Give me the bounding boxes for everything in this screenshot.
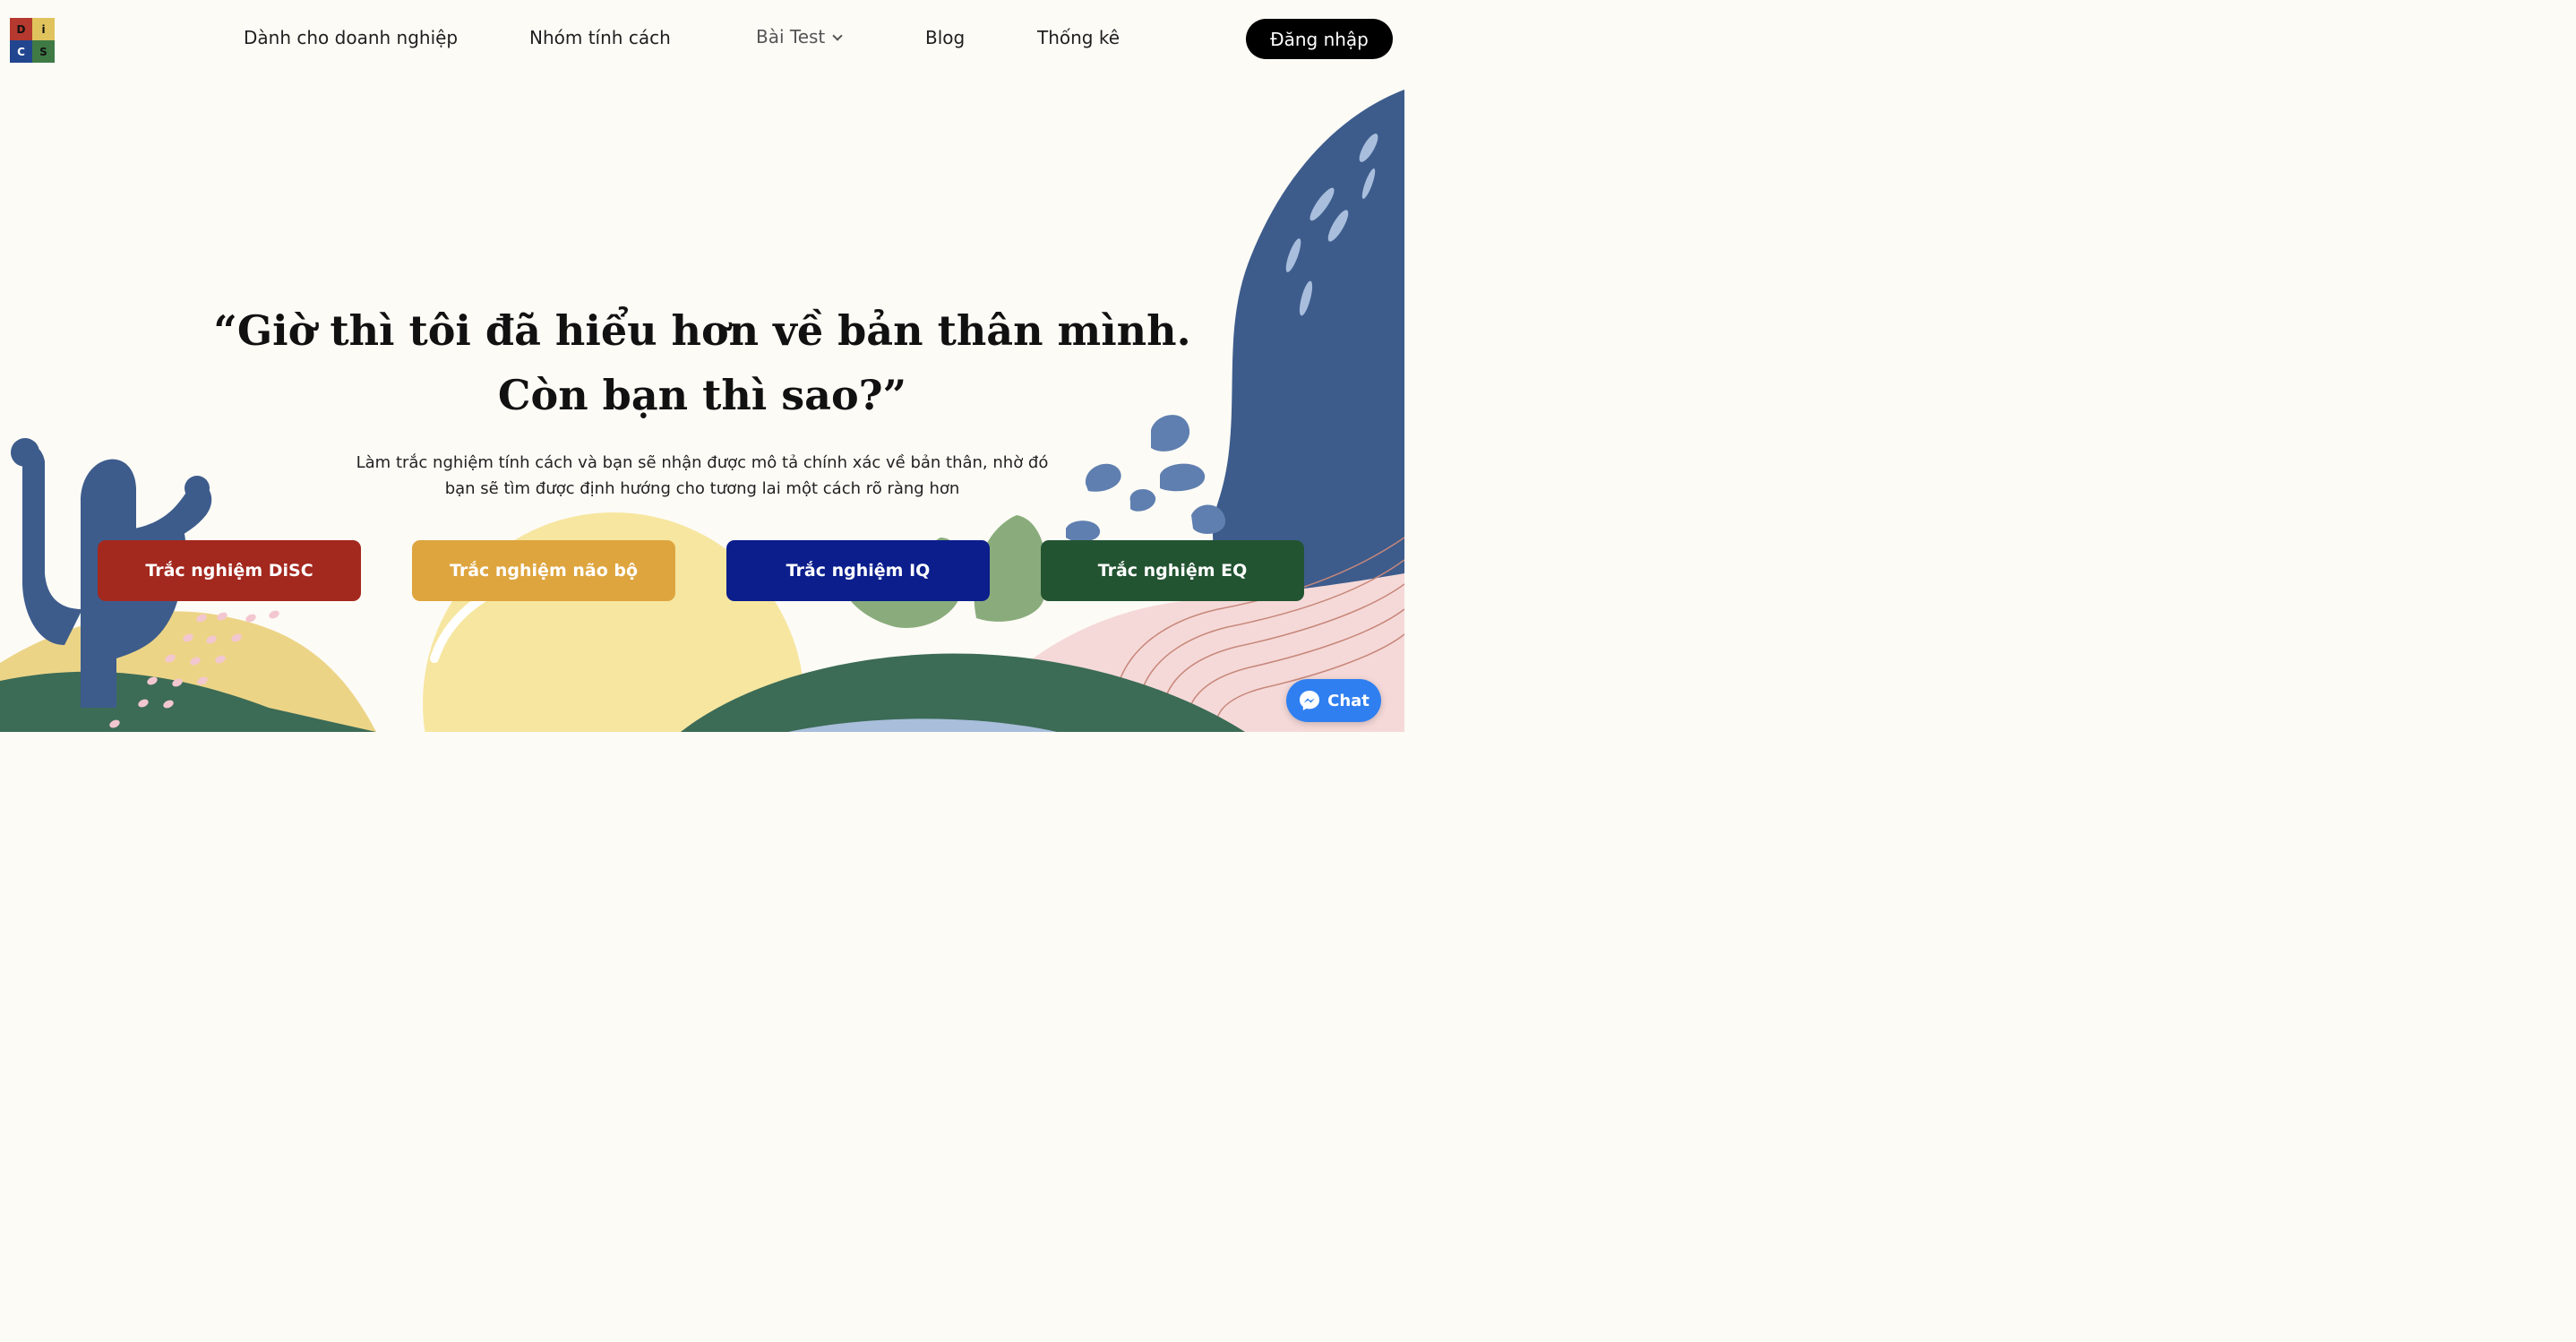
- hero-subtitle-line1: Làm trắc nghiệm tính cách và bạn sẽ nhận…: [356, 453, 1049, 472]
- eq-test-button[interactable]: Trắc nghiệm EQ: [1041, 540, 1304, 601]
- brain-test-button[interactable]: Trắc nghiệm não bộ: [412, 540, 675, 601]
- hero-headline-line2: Còn bạn thì sao?”: [497, 371, 907, 419]
- svg-text:C: C: [17, 46, 25, 58]
- svg-text:i: i: [41, 23, 45, 36]
- chevron-down-icon: [832, 30, 843, 41]
- nav-dropdown-tests-label: Bài Test: [756, 26, 826, 47]
- nav-link-blog[interactable]: Blog: [925, 27, 965, 48]
- hero-subtitle-line2: bạn sẽ tìm được định hướng cho tương lai…: [444, 479, 960, 498]
- nav-link-personality-groups[interactable]: Nhóm tính cách: [529, 27, 671, 48]
- svg-text:D: D: [17, 23, 26, 36]
- nav-link-business[interactable]: Dành cho doanh nghiệp: [244, 27, 458, 48]
- disc-logo[interactable]: D i C S: [10, 18, 55, 63]
- messenger-icon: [1300, 691, 1320, 710]
- iq-test-button[interactable]: Trắc nghiệm IQ: [726, 540, 990, 601]
- nav-dropdown-tests[interactable]: Bài Test: [756, 26, 843, 47]
- nav-link-statistics[interactable]: Thống kê: [1037, 27, 1120, 48]
- login-button[interactable]: Đăng nhập: [1246, 19, 1393, 59]
- hero-headline: “Giờ thì tôi đã hiểu hơn về bản thân mìn…: [0, 298, 1404, 427]
- disc-test-button[interactable]: Trắc nghiệm DiSC: [98, 540, 361, 601]
- chat-label: Chat: [1327, 691, 1370, 710]
- hero-headline-line1: “Giờ thì tôi đã hiểu hơn về bản thân mìn…: [213, 306, 1191, 355]
- hero-subtitle: Làm trắc nghiệm tính cách và bạn sẽ nhận…: [0, 450, 1404, 502]
- chat-widget-button[interactable]: Chat: [1286, 679, 1381, 722]
- svg-text:S: S: [39, 46, 47, 58]
- top-navigation: D i C S Dành cho doanh nghiệp Nhóm tính …: [0, 0, 1404, 79]
